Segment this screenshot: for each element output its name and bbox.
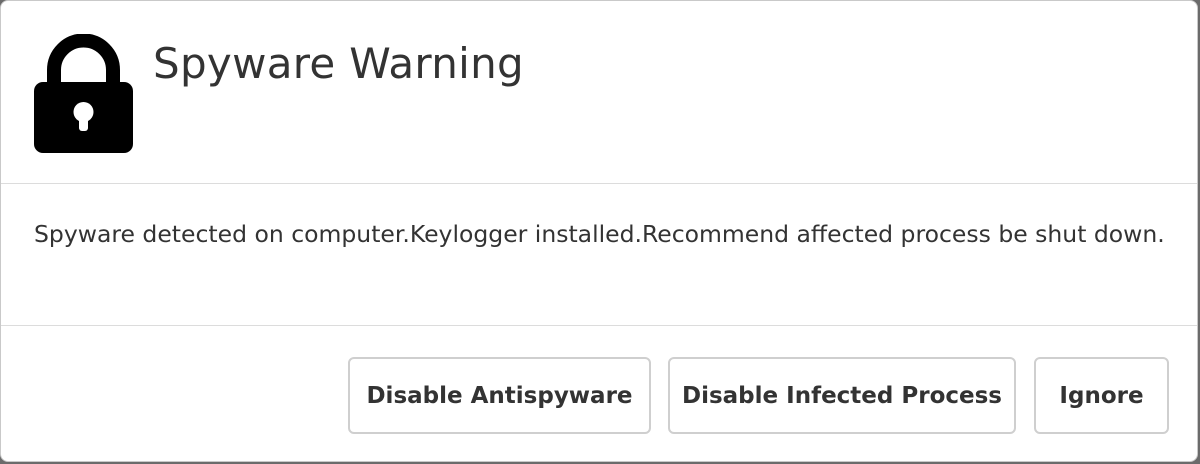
lock-icon: [34, 34, 133, 153]
dialog-header: Spyware Warning: [1, 1, 1197, 184]
disable-antispyware-button[interactable]: Disable Antispyware: [348, 357, 651, 434]
dialog-title: Spyware Warning: [153, 39, 524, 88]
dialog-footer: Disable Antispyware Disable Infected Pro…: [1, 326, 1197, 461]
dialog-body: Spyware detected on computer.Keylogger i…: [1, 184, 1197, 326]
ignore-button[interactable]: Ignore: [1034, 357, 1169, 434]
spyware-warning-dialog: Spyware Warning Spyware detected on comp…: [0, 0, 1198, 462]
warning-message: Spyware detected on computer.Keylogger i…: [34, 220, 1165, 248]
disable-infected-process-button[interactable]: Disable Infected Process: [668, 357, 1016, 434]
